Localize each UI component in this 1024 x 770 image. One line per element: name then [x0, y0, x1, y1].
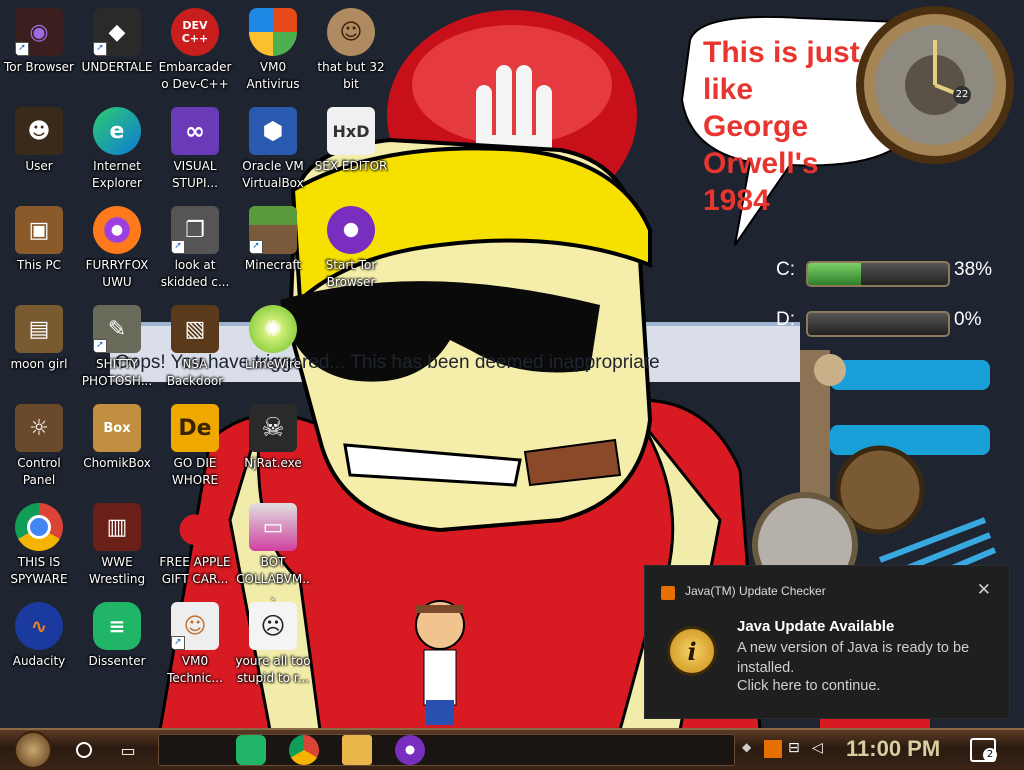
folder-icon: ▤: [15, 305, 63, 353]
desktop-icon-this-pc[interactable]: ▣ This PC: [0, 202, 78, 298]
desktop-icon-njrat[interactable]: ☠ NjRat.exe: [234, 400, 312, 496]
drive-gauge-d: D: 0%: [740, 305, 1010, 341]
desktop-icon-virtualbox[interactable]: ⬢ Oracle VM VirtualBox: [234, 103, 312, 199]
visual-studio-icon: ∞: [171, 107, 219, 155]
clock-day: 22: [953, 86, 971, 104]
network-icon[interactable]: ⊟: [788, 740, 806, 758]
bot-monitor-icon: ▭: [249, 503, 297, 551]
desktop-icon-control-panel[interactable]: ☼ Control Panel: [0, 400, 78, 496]
drive-c-bar: [806, 261, 950, 287]
desktop-icon-nsa-backdoor[interactable]: ▧ NSA Backdoor: [156, 301, 234, 397]
desktop-icon-shitty-photoshop[interactable]: ✎ ➚ SHITTY PHOTOSH...: [78, 301, 156, 397]
notification-app-name: Java(TM) Update Checker: [685, 584, 826, 598]
control-panel-icon: ☼: [15, 404, 63, 452]
dissenter-icon[interactable]: [236, 735, 266, 765]
java-icon: [661, 586, 675, 600]
clock-widget: [856, 6, 1014, 164]
notification-count-badge: 2: [983, 748, 997, 762]
taskbar-clock[interactable]: 11:00 PM: [846, 736, 940, 762]
audacity-icon: ∿: [15, 602, 63, 650]
gimp-icon: ✎ ➚: [93, 305, 141, 353]
desktop-icon-dissenter[interactable]: ≡ Dissenter: [78, 598, 156, 694]
apple-icon: ●: [177, 504, 213, 550]
task-view-button[interactable]: ▭: [110, 734, 146, 766]
minecraft-icon: ➚: [249, 206, 297, 254]
notification-action[interactable]: Click here to continue.: [737, 678, 880, 694]
user-folder-icon: ☻: [15, 107, 63, 155]
notification-title: Java Update Available: [737, 618, 895, 635]
hex-editor-icon: HxD: [327, 107, 375, 155]
search-circle-icon: [76, 742, 92, 758]
technician-icon: ☺ ➚: [171, 602, 219, 650]
wwe-icon: ▥: [93, 503, 141, 551]
desktop-icon-limewire[interactable]: ✺ LimeWire: [234, 301, 312, 397]
java-update-notification[interactable]: Java(TM) Update Checker ✕ i Java Update …: [644, 565, 1010, 719]
close-icon[interactable]: ✕: [977, 580, 991, 600]
shield-icon: [249, 8, 297, 56]
desktop-icon-tor-browser[interactable]: ◉ ➚ Tor Browser: [0, 4, 78, 100]
desktop-icon-user[interactable]: ☻ User: [0, 103, 78, 199]
start-button[interactable]: [8, 731, 58, 769]
chrome-icon: [15, 503, 63, 551]
volume-muted-icon[interactable]: ◁: [812, 740, 830, 758]
desktop-icon-bot-collabvm[interactable]: ▭ BOT COLLABVM...: [234, 499, 312, 603]
meme-face-icon: ☹: [249, 602, 297, 650]
notification-body: A new version of Java is ready to be ins…: [737, 640, 970, 676]
desktop-icon-chomikbox[interactable]: Box ChomikBox: [78, 400, 156, 496]
search-button[interactable]: [68, 734, 100, 766]
devcpp-icon: DEV C++: [171, 8, 219, 56]
desktop-icon-start-tor[interactable]: Start Tor Browser: [312, 202, 390, 298]
taskbar: ▭ ◆ ⊟ ◁ 11:00 PM 2: [0, 728, 1024, 770]
adobe-de-icon: De: [171, 404, 219, 452]
desktop-icon-undertale[interactable]: ◆ ➚ UNDERTALE: [78, 4, 156, 100]
edge-icon: e: [93, 107, 141, 155]
desktop-icon-vm0-antivirus[interactable]: VM0 Antivirus: [234, 4, 312, 100]
java-tray-icon[interactable]: [764, 740, 782, 758]
portrait-icon: ☺: [327, 8, 375, 56]
desktop-icon-sex-editor[interactable]: HxD SEX EDITOR: [312, 103, 390, 199]
copy-icon: ❐ ➚: [171, 206, 219, 254]
desktop-icon-furryfox[interactable]: ● FURRYFOX UWU: [78, 202, 156, 298]
desktop-icon-internet-explorer[interactable]: e Internet Explorer: [78, 103, 156, 199]
speech-bubble-text: This is just like George Orwell's 1984: [703, 36, 860, 217]
dissenter-icon: ≡: [93, 602, 141, 650]
tor-browser-icon: ◉ ➚: [15, 8, 63, 56]
desktop-icon-go-die[interactable]: De GO DIE WHORE: [156, 400, 234, 496]
desktop-icon-free-apple[interactable]: ● FREE APPLE GIFT CAR...: [156, 499, 234, 595]
desktop-icon-skidded[interactable]: ❐ ➚ look at skidded c...: [156, 202, 234, 298]
computer-icon: ▣: [15, 206, 63, 254]
firefox-icon: ●: [93, 206, 141, 254]
task-view-icon: ▭: [120, 740, 136, 760]
steampunk-clock-icon: [14, 731, 52, 769]
virtualbox-icon: ⬢: [249, 107, 297, 155]
show-hidden-icons-chevron-icon[interactable]: ◆: [742, 740, 760, 758]
chomikbox-icon: Box: [93, 404, 141, 452]
desktop-icon-moon-girl[interactable]: ▤ moon girl: [0, 301, 78, 397]
undertale-icon: ◆ ➚: [93, 8, 141, 56]
desktop-icon-youre-all-too-stupid[interactable]: ☹ youre all too stupid to r...: [234, 598, 312, 694]
chrome-icon[interactable]: [289, 735, 319, 765]
drive-d-bar: [806, 311, 950, 337]
desktop-icon-this-is-spyware[interactable]: THIS IS SPYWARE: [0, 499, 78, 595]
desktop-icon-that-but-32-bit[interactable]: ☺ that but 32 bit: [312, 4, 390, 100]
nsa-folder-icon: ▧: [171, 305, 219, 353]
desktop-icon-audacity[interactable]: ∿ Audacity: [0, 598, 78, 694]
desktop-icon-vm0-technician[interactable]: ☺ ➚ VM0 Technic...: [156, 598, 234, 694]
desktop-icon-visual-studio[interactable]: ∞ VISUAL STUPI...: [156, 103, 234, 199]
limewire-icon: ✺: [249, 305, 297, 353]
desktop-icon-dev-cpp[interactable]: DEV C++ Embarcadero Dev-C++: [156, 4, 234, 100]
tor-onion-icon[interactable]: [395, 735, 425, 765]
drive-gauge-c: C: 38%: [740, 255, 1010, 291]
desktop-icon-minecraft[interactable]: ➚ Minecraft: [234, 202, 312, 298]
desktop-icon-wwe-wrestling[interactable]: ▥ WWE Wrestling: [78, 499, 156, 595]
info-icon: i: [667, 626, 717, 676]
file-explorer-icon[interactable]: [342, 735, 372, 765]
tor-onion-icon: [327, 206, 375, 254]
skull-icon: ☠: [249, 404, 297, 452]
